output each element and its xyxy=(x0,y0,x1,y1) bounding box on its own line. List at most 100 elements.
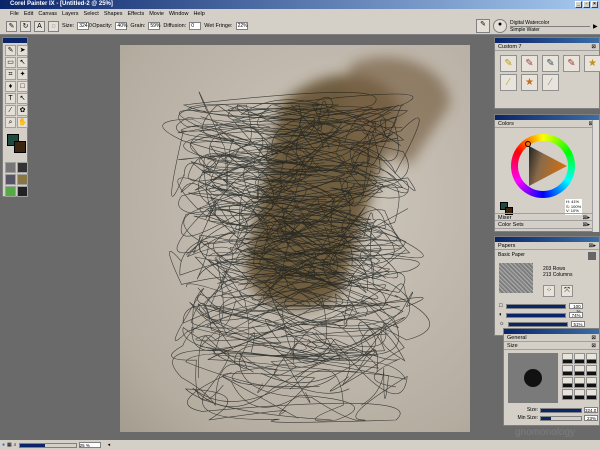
colors-palette: Colors⊠▸ H: 41%S: 100%V: 10% Mixer⊠▸ Col… xyxy=(494,114,600,232)
size-header[interactable]: Size xyxy=(507,342,518,349)
brush-preset-eraser-icon[interactable]: ✎ xyxy=(542,55,559,72)
zoom-slider[interactable] xyxy=(18,442,77,448)
menu-canvas[interactable]: Canvas xyxy=(38,11,57,17)
opacity-field[interactable]: 40% xyxy=(115,22,127,30)
brush-preset-chalk-icon[interactable]: ⁄ xyxy=(500,74,517,91)
mixer-header[interactable]: Mixer xyxy=(498,214,511,221)
brush-profile-icon[interactable] xyxy=(562,389,573,400)
gradient-selector-icon[interactable] xyxy=(17,162,28,173)
grain-field[interactable]: 59% xyxy=(148,22,160,30)
expand-arrow-icon[interactable]: ▶ xyxy=(593,23,598,30)
brush-tool-icon[interactable]: ✎ xyxy=(5,45,16,56)
wet-icon[interactable]: ↻ xyxy=(20,20,31,32)
dropper-layer-icon[interactable]: ➤ xyxy=(17,45,28,56)
brush-profile-icon[interactable] xyxy=(562,353,573,364)
brush-preset-oil-icon[interactable]: ✎ xyxy=(563,55,580,72)
brush-profile-icon[interactable] xyxy=(586,377,597,388)
crop-icon[interactable]: ⌗ xyxy=(5,69,16,80)
pattern-selector-icon[interactable] xyxy=(5,174,16,185)
size-slider-label: Size: xyxy=(526,407,538,413)
color-sets-header[interactable]: Color Sets xyxy=(498,221,524,228)
brush-variant[interactable]: Simple Water xyxy=(510,27,590,33)
paper-name[interactable]: Basic Paper xyxy=(498,252,525,260)
zoom-icon[interactable]: ⌕ xyxy=(14,442,17,448)
rect-select-icon[interactable]: ▭ xyxy=(5,57,16,68)
menu-layers[interactable]: Layers xyxy=(62,11,79,17)
minimize-button[interactable]: _ xyxy=(575,1,582,8)
weave-selector-icon[interactable] xyxy=(17,174,28,185)
brush-preset-pencil-icon[interactable]: ✎ xyxy=(500,55,517,72)
paper-brightness-slider[interactable] xyxy=(507,321,568,327)
brush-reset-icon[interactable]: ✎ xyxy=(6,20,17,32)
paper-brightness-value[interactable]: 51% xyxy=(570,321,585,327)
menu-movie[interactable]: Movie xyxy=(149,11,164,17)
look-selector-icon[interactable] xyxy=(17,186,28,197)
text-icon[interactable]: T xyxy=(5,93,16,104)
dry-icon[interactable]: A xyxy=(34,20,45,32)
scroll-right-icon[interactable]: ◂ xyxy=(108,442,111,448)
paper-swatch-icon[interactable] xyxy=(588,252,596,260)
size-field[interactable]: 324.0 xyxy=(77,22,92,30)
menu-window[interactable]: Window xyxy=(169,11,189,17)
capture-paper-icon[interactable]: ⁘ xyxy=(543,285,555,297)
brush-profile-icon[interactable] xyxy=(586,389,597,400)
grid-icon[interactable]: ▦ xyxy=(7,442,12,448)
brush-preset-sparkle-icon[interactable]: ★ xyxy=(584,55,600,72)
paint-bucket-icon[interactable]: ✿ xyxy=(17,105,28,116)
brush-preset-star-icon[interactable]: ★ xyxy=(521,74,538,91)
general-header[interactable]: General xyxy=(507,334,527,341)
globe-icon[interactable]: ● xyxy=(2,442,5,448)
menu-select[interactable]: Select xyxy=(84,11,99,17)
menu-help[interactable]: Help xyxy=(193,11,204,17)
paper-scale-value[interactable]: 100 % xyxy=(568,303,583,314)
brush-preset-blender-icon[interactable]: ✎ xyxy=(521,55,538,72)
brush-profile-icon[interactable] xyxy=(574,377,585,388)
brush-category[interactable]: Digital Watercolor xyxy=(510,20,590,27)
diffuse-icon[interactable]: ◌ xyxy=(48,20,59,32)
menu-edit[interactable]: Edit xyxy=(24,11,33,17)
diffusion-label: Diffusion: xyxy=(163,23,187,29)
brush-profile-icon[interactable] xyxy=(574,365,585,376)
menu-effects[interactable]: Effects xyxy=(127,11,144,17)
paper-contrast-slider[interactable] xyxy=(505,312,566,318)
magnifier-icon[interactable]: ⌕ xyxy=(5,117,16,128)
wet-fringe-field[interactable]: 22% xyxy=(235,22,248,30)
brush-profile-icon[interactable] xyxy=(586,353,597,364)
nozzle-selector-icon[interactable] xyxy=(5,186,16,197)
paper-selector-icon[interactable] xyxy=(5,162,16,173)
grabber-icon[interactable]: ✋ xyxy=(17,117,28,128)
min-size-value[interactable]: 23% xyxy=(584,415,598,421)
size-value[interactable]: 324.0 xyxy=(584,407,598,413)
size-slider[interactable] xyxy=(540,407,582,413)
selector-icon[interactable]: ↖ xyxy=(17,93,28,104)
paper-scale-slider[interactable] xyxy=(505,303,566,309)
magic-wand-icon[interactable]: ✦ xyxy=(17,69,28,80)
brush-profile-icon[interactable] xyxy=(586,365,597,376)
palette-close-icon[interactable]: ⊠ xyxy=(591,43,596,50)
color-wheel[interactable] xyxy=(511,134,575,198)
pen-icon[interactable]: ♦ xyxy=(5,81,16,92)
menu-file[interactable]: File xyxy=(10,11,19,17)
dropper-icon[interactable]: ⁄ xyxy=(5,105,16,116)
invert-paper-icon[interactable]: ⤧ xyxy=(561,285,573,297)
brush-category-icon[interactable]: ✎ xyxy=(476,19,490,33)
brush-profile-icon[interactable] xyxy=(574,353,585,364)
drawing-canvas[interactable] xyxy=(120,45,470,432)
brush-profile-icon[interactable] xyxy=(562,365,573,376)
brush-preset-airbrush-icon[interactable]: ⁄ xyxy=(542,74,559,91)
brush-profiles xyxy=(562,353,597,400)
restore-button[interactable]: ▫ xyxy=(583,1,590,8)
zoom-value[interactable]: 25 % xyxy=(78,442,101,448)
paper-contrast-value[interactable]: 74% xyxy=(568,312,583,318)
diffusion-field[interactable]: 0 xyxy=(189,22,202,30)
brush-variant-icon[interactable]: ● xyxy=(493,19,507,33)
color-swatches[interactable] xyxy=(5,133,26,157)
lasso-icon[interactable]: ↖ xyxy=(17,57,28,68)
min-size-slider[interactable] xyxy=(540,415,582,421)
brush-profile-icon[interactable] xyxy=(574,389,585,400)
close-button[interactable]: × xyxy=(591,1,598,8)
colors-scrollbar[interactable] xyxy=(592,120,599,232)
shape-icon[interactable]: □ xyxy=(17,81,28,92)
menu-shapes[interactable]: Shapes xyxy=(104,11,123,17)
brush-profile-icon[interactable] xyxy=(562,377,573,388)
